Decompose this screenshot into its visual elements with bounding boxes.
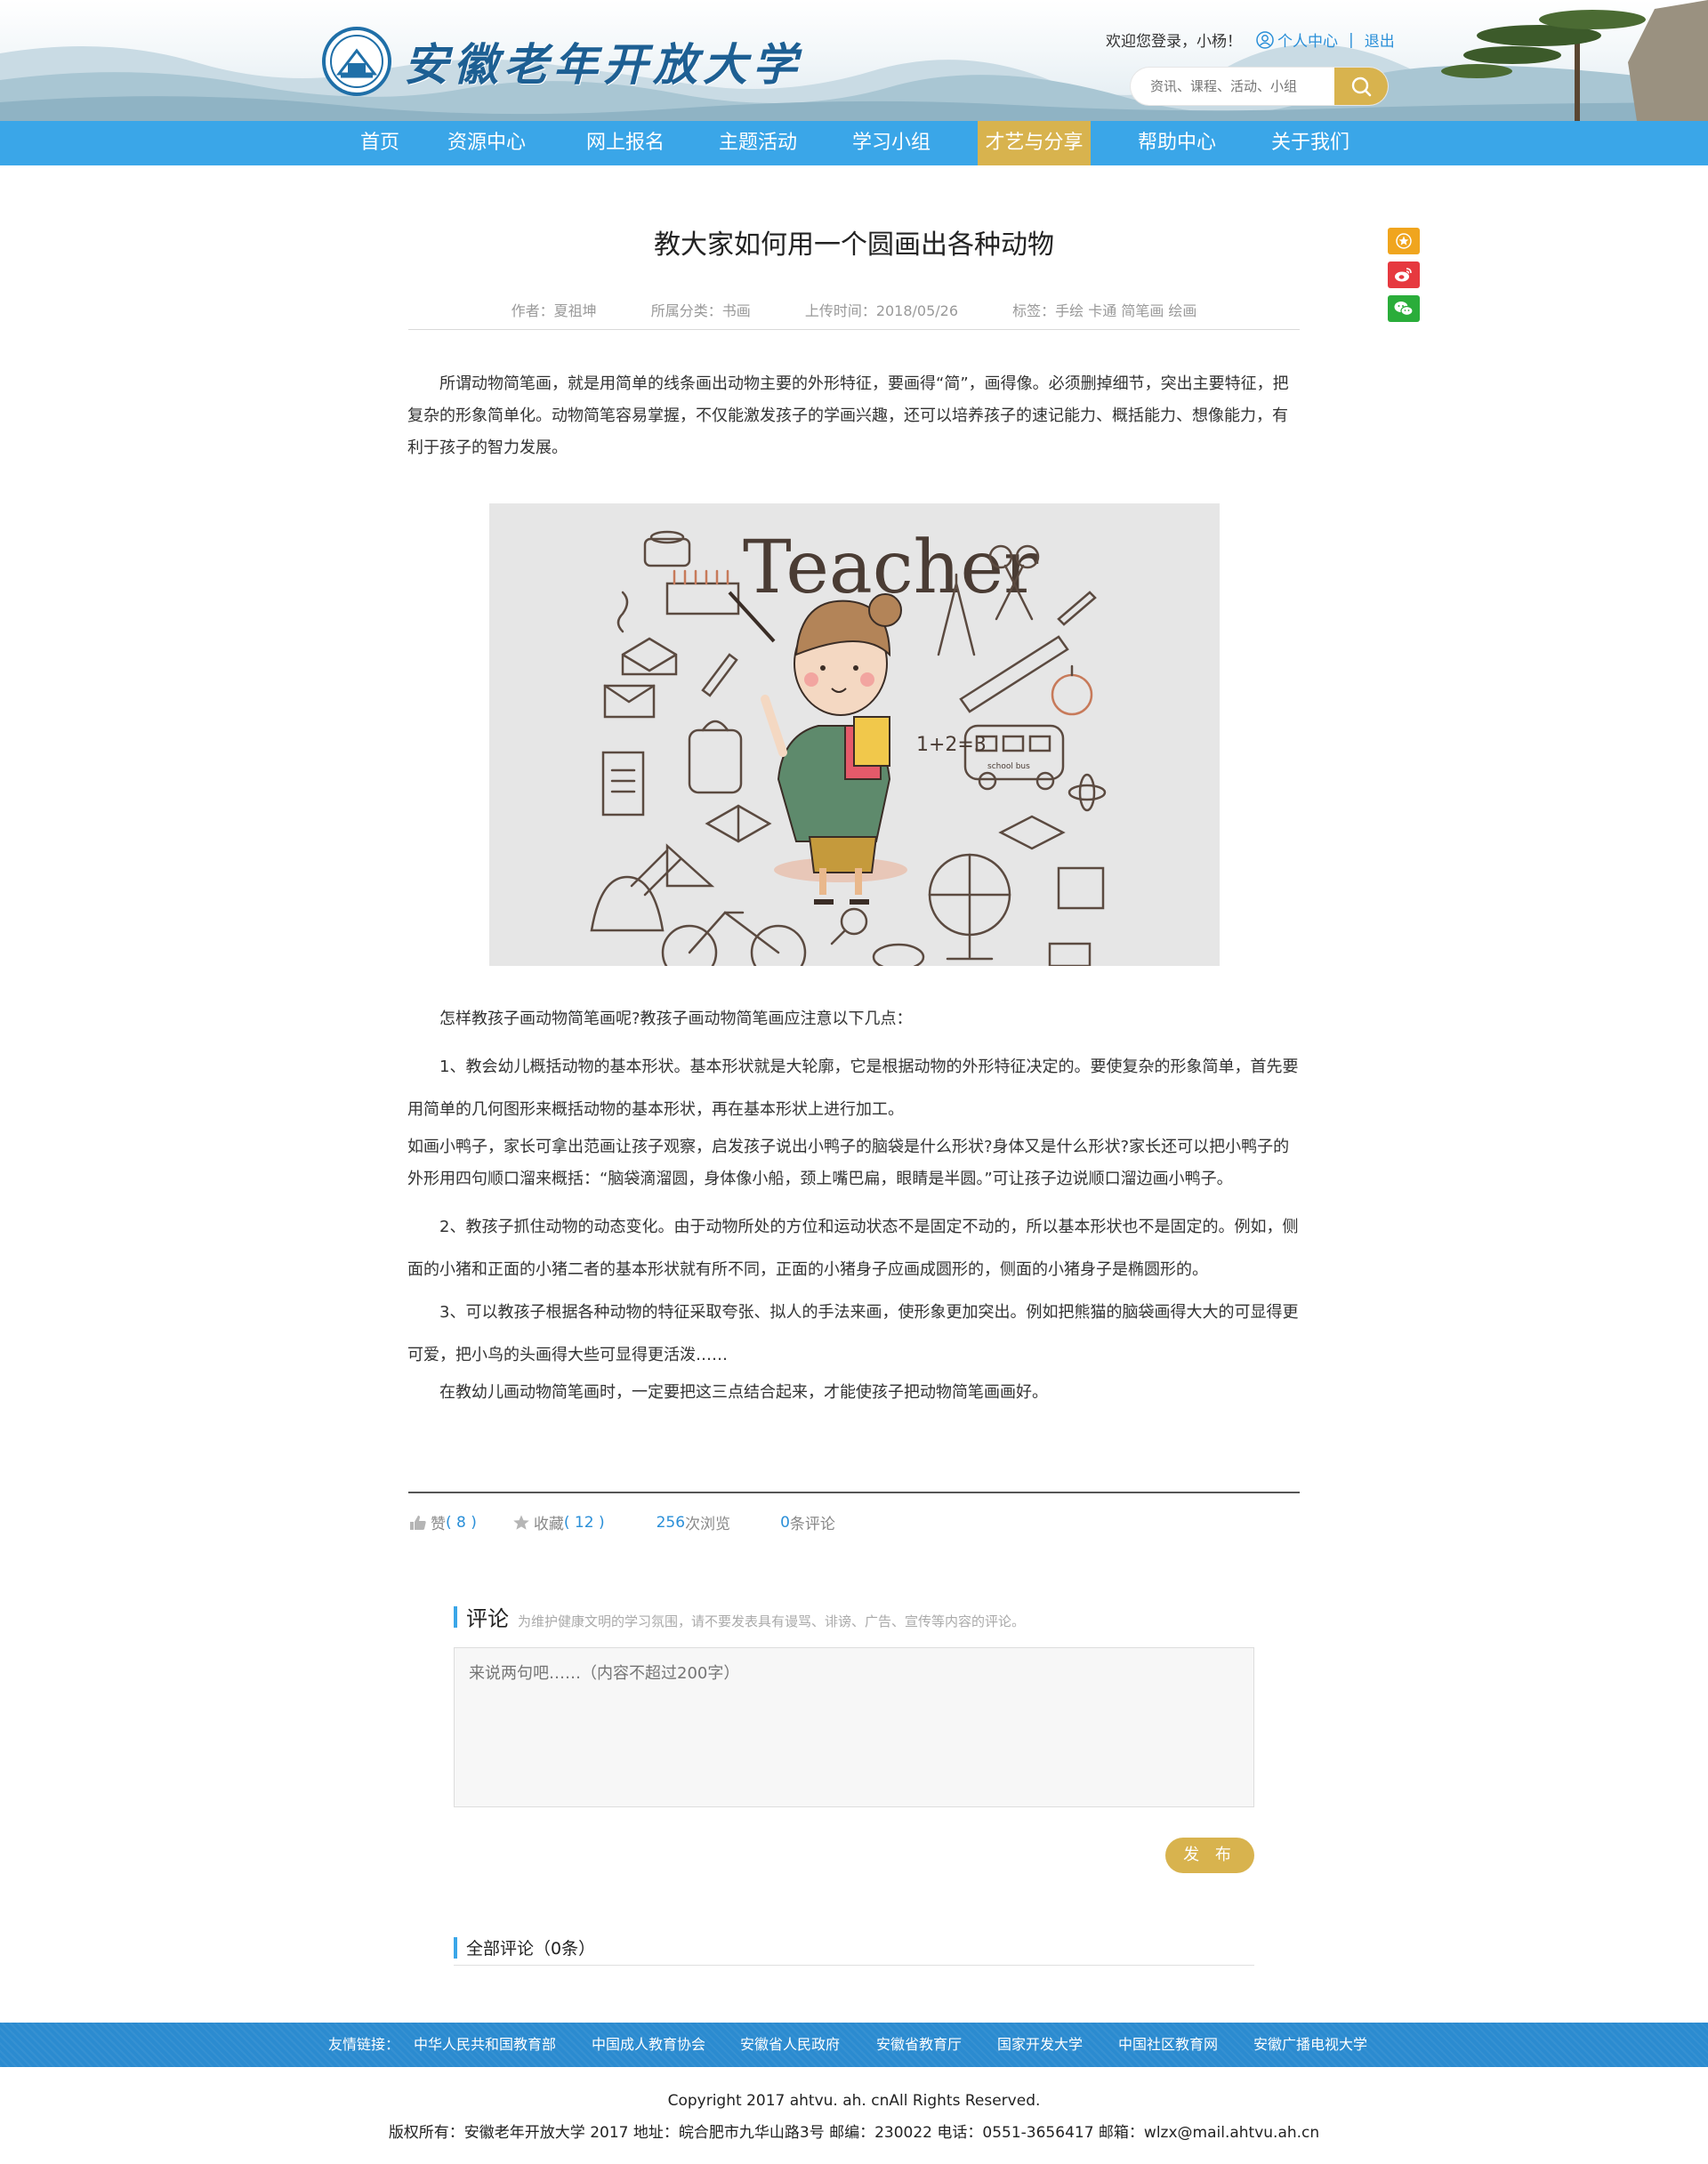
friend-link[interactable]: 国家开发大学 [997,2023,1083,2067]
friend-link[interactable]: 安徽省教育厅 [876,2023,962,2067]
search-icon [1351,76,1372,97]
article-paragraph-3: 如画小鸭子，家长可拿出范画让孩子观察，启发孩子说出小鸭子的脑袋是什么形状?身体又… [407,1138,1290,1188]
mountain-landscape-banner [0,0,1708,121]
nav-item-talent-share[interactable]: 才艺与分享 [978,121,1091,165]
article-meta: 作者：夏祖坤 所属分类：书画 上传时间：2018/05/26 标签：手绘 卡通 … [409,299,1299,320]
nav-item-help[interactable]: 帮助中心 [1130,121,1224,165]
address-text: 版权所有：安徽老年开放大学 2017 地址：皖合肥市九华山路3号 邮编：2300… [388,2124,1320,2142]
user-center-link[interactable]: 个人中心 [1277,28,1338,51]
views-stat: 256 次浏览 [656,1511,731,1534]
article-intro: 所谓动物简笔画，就是用简单的线条画出动物主要的外形特征，要画得“简”，画得像。必… [407,374,1289,457]
article-illustration: Teacher 1+2=3 school bus [489,503,1220,981]
wechat-share-button[interactable] [1388,295,1420,322]
comment-title: 评论 [466,1606,509,1631]
site-name: 安徽老年开放大学 [404,38,802,91]
welcome-text: 欢迎您登录，小杨！ [1106,33,1242,51]
search-button[interactable] [1334,68,1388,105]
site-logo[interactable]: 安徽老年开放大学 [322,27,802,96]
teacher-character [728,591,907,905]
star-icon [513,1515,529,1530]
logout-link[interactable]: 退出 [1365,28,1395,51]
favorite-button[interactable]: 收藏 ( 12 ) [512,1511,605,1533]
friend-links-label: 友情链接： [328,2036,400,2053]
wechat-icon [1394,302,1414,317]
all-comments-title: 全部评论（0条） [466,1939,596,1959]
nav-item-home[interactable]: 首页 [349,121,411,165]
nav-item-online-signup[interactable]: 网上报名 [580,121,671,165]
weibo-icon [1395,268,1412,282]
divider [454,1965,1254,1966]
article-upload-time: 上传时间：2018/05/26 [804,302,959,319]
user-bar: 欢迎您登录，小杨！ 个人中心 | 退出 [1106,28,1395,52]
article-paragraph-5: 3、可以教孩子根据各种动物的特征采取夸张、拟人的手法来画，使形象更加突出。例如把… [407,1303,1299,1364]
math-text: 1+2=3 [916,734,987,756]
article-paragraph-4: 2、教孩子抓住动物的动态变化。由于动物所处的方位和运动状态不是固定不动的，所以基… [407,1218,1299,1279]
comments-stat: 0 条评论 [780,1511,835,1534]
friend-link[interactable]: 安徽省人民政府 [740,2023,840,2067]
article-title: 教大家如何用一个圆画出各种动物 [654,229,1054,261]
views-count: 256 [656,1513,686,1532]
bus-text: school bus [987,762,1030,771]
site-header: 安徽老年开放大学 欢迎您登录，小杨！ 个人中心 | 退出 [0,0,1708,121]
comments-label: 条评论 [789,1516,835,1533]
friend-links-bar: 友情链接： 中华人民共和国教育部 中国成人教育协会 安徽省人民政府 安徽省教育厅… [0,2023,1708,2067]
university-seal-icon [322,27,391,96]
article-category[interactable]: 所属分类：书画 [651,302,751,319]
thumb-up-icon [410,1515,426,1530]
comment-note: 为维护健康文明的学习氛围，请不要发表具有谩骂、诽谤、广告、宣传等内容的评论。 [518,1613,1026,1629]
search-bar [1131,68,1388,105]
nav-item-resources[interactable]: 资源中心 [445,121,528,165]
favorite-share-button[interactable] [1388,228,1420,254]
friend-link[interactable]: 安徽广播电视大学 [1253,2023,1367,2067]
article-paragraph-2: 1、教会幼儿概括动物的基本形状。基本形状就是大轮廓，它是根据动物的外形特征决定的… [407,1058,1299,1119]
nav-item-themed-activities[interactable]: 主题活动 [712,121,804,165]
comment-input[interactable] [454,1647,1254,1807]
like-button[interactable]: 赞 ( 8 ) [409,1511,477,1533]
publish-button[interactable]: 发 布 [1165,1838,1254,1873]
nav-item-study-groups[interactable]: 学习小组 [845,121,938,165]
section-accent-bar [454,1936,457,1959]
favorite-count: ( 12 ) [563,1513,605,1532]
comment-section-header: 评论 为维护健康文明的学习氛围，请不要发表具有谩骂、诽谤、广告、宣传等内容的评论… [454,1601,1025,1632]
all-comments-header: 全部评论（0条） [454,1935,595,1959]
article-stats: 赞 ( 8 ) 收藏 ( 12 ) 256 次浏览 0 条评论 [409,1511,871,1533]
user-icon [1256,30,1274,49]
like-label: 赞 [431,1516,446,1533]
views-label: 次浏览 [685,1516,731,1533]
article-paragraph-1: 怎样教孩子画动物简笔画呢?教孩子画动物简笔画应注意以下几点： [439,1010,913,1028]
comments-count: 0 [780,1513,790,1532]
article-author: 作者：夏祖坤 [511,302,597,319]
article-paragraph-6: 在教幼儿画动物简笔画时，一定要把这三点结合起来，才能使孩子把动物简笔画画好。 [439,1383,1048,1402]
divider [408,329,1300,330]
main-nav: 首页 资源中心 网上报名 主题活动 学习小组 才艺与分享 帮助中心 关于我们 [0,121,1708,165]
nav-item-about[interactable]: 关于我们 [1263,121,1358,165]
friend-link[interactable]: 中华人民共和国教育部 [414,2023,556,2067]
article-tags[interactable]: 标签：手绘 卡通 简笔画 绘画 [1012,302,1196,319]
article-end-divider [408,1492,1300,1493]
weibo-share-button[interactable] [1388,261,1420,288]
separator: | [1349,30,1354,49]
friend-link[interactable]: 中国成人教育协会 [592,2023,705,2067]
favorite-label: 收藏 [533,1516,564,1533]
favorite-star-icon [1396,233,1412,249]
section-accent-bar [454,1605,457,1628]
search-input[interactable] [1131,68,1334,105]
copyright-text: Copyright 2017 ahtvu. ah. cnAll Rights R… [667,2092,1041,2110]
friend-link[interactable]: 中国社区教育网 [1118,2023,1218,2067]
like-count: ( 8 ) [446,1513,477,1532]
